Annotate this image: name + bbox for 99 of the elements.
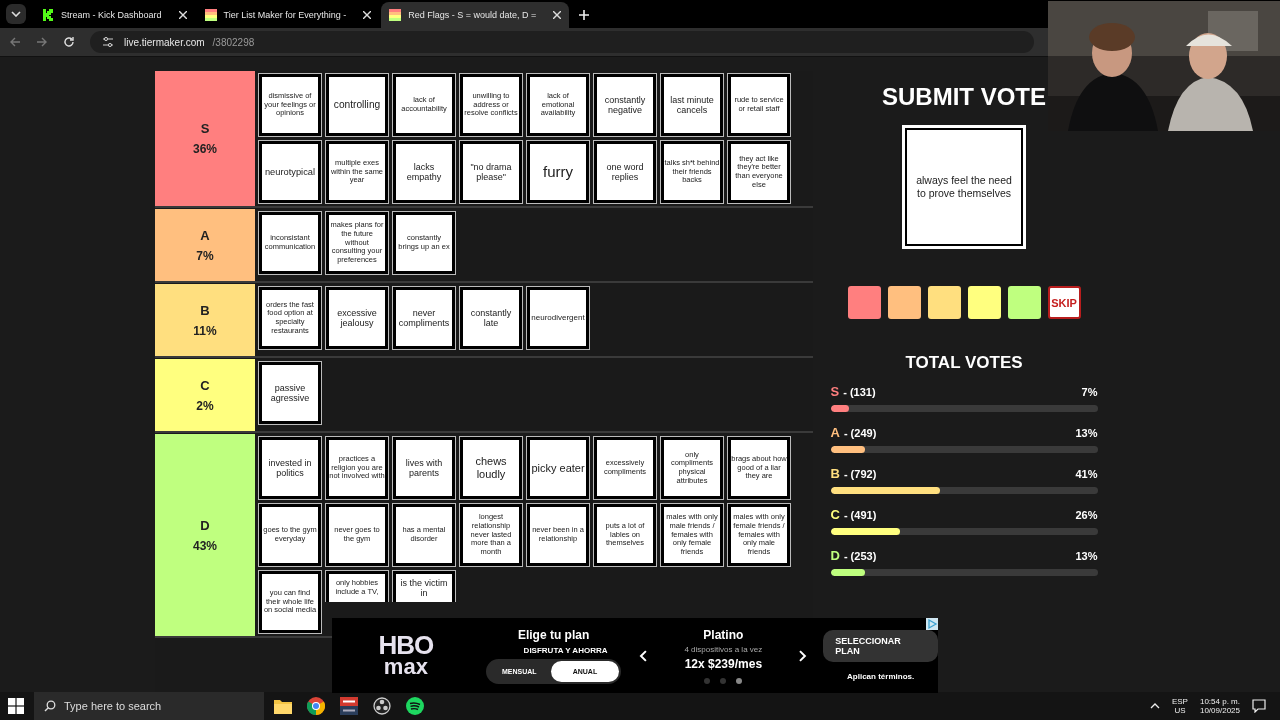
- tier-card[interactable]: invested in politics: [258, 436, 322, 500]
- tier-card[interactable]: picky eater: [526, 436, 590, 500]
- new-tab-icon[interactable]: [579, 10, 590, 20]
- tier-vote-button[interactable]: [927, 286, 961, 319]
- plan-note: 4 dispositivos a la vez: [684, 644, 763, 654]
- music-app-icon[interactable]: [406, 697, 424, 715]
- vote-count: - (249): [843, 427, 877, 439]
- tier-letter: A: [830, 425, 840, 440]
- vote-percent: 41%: [1075, 468, 1098, 480]
- carousel-dot[interactable]: [736, 677, 743, 684]
- vote-count: - (792): [843, 468, 877, 480]
- windows-start-icon[interactable]: [8, 698, 24, 714]
- kick-logo-icon: [42, 9, 54, 21]
- tier-letter: B: [200, 302, 210, 318]
- skip-button[interactable]: SKIP: [1047, 286, 1081, 319]
- caret-up-icon[interactable]: [1149, 703, 1160, 709]
- terms-note: Aplican términos.: [847, 672, 915, 681]
- vote-count: - (131): [843, 386, 876, 398]
- ad-logo-text: max: [383, 657, 428, 679]
- tier-card[interactable]: is the victim in: [392, 570, 456, 602]
- tier-card[interactable]: one word replies: [593, 140, 657, 204]
- previous-icon[interactable]: [639, 649, 648, 662]
- tier-letter: S: [200, 121, 210, 136]
- vote-count: - (491): [843, 509, 877, 521]
- ad-logo-text: HBO: [378, 632, 434, 658]
- close-icon[interactable]: [363, 11, 372, 19]
- tab-title: Stream - Kick Dashboard: [61, 10, 162, 20]
- tier-letter: B: [830, 466, 840, 481]
- next-icon[interactable]: [799, 649, 808, 662]
- panel-title: SUBMIT VOTE: [882, 83, 1046, 111]
- browser-tab[interactable]: Tier List Maker for Everything -: [196, 2, 380, 28]
- browser-tab[interactable]: Red Flags - S = would date, D =: [381, 2, 570, 28]
- tier-card[interactable]: excessive jealousy: [325, 286, 389, 350]
- ad-heading: Elige tu plan: [517, 627, 590, 642]
- tier-card[interactable]: "no drama please": [459, 140, 523, 204]
- vote-count: - (253): [843, 550, 877, 562]
- tier-card[interactable]: neurodivergent: [526, 286, 590, 350]
- tier-percent: 7%: [196, 248, 214, 263]
- select-plan-button[interactable]: SELECCIONAR PLAN: [823, 630, 938, 662]
- tab-list-button[interactable]: [6, 4, 26, 24]
- forward-icon[interactable]: [36, 36, 48, 48]
- taskbar-search-field[interactable]: Type here to search: [34, 692, 264, 720]
- tab-title: Tier List Maker for Everything -: [223, 10, 347, 20]
- vote-percent: 7%: [1081, 386, 1098, 398]
- tier-vote-button[interactable]: [887, 286, 921, 319]
- tier-card[interactable]: neurotypical: [258, 140, 322, 204]
- tier-card[interactable]: constantly negative: [593, 73, 657, 137]
- tier-percent: 2%: [196, 398, 214, 413]
- plan-price: 12x $239/mes: [684, 656, 763, 671]
- section-title: TOTAL VOTES: [905, 353, 1023, 373]
- tier-letter: D: [830, 548, 840, 563]
- tier-card[interactable]: lacks empathy: [392, 140, 456, 204]
- address-field[interactable]: live.tiermaker.com /3802298: [90, 31, 1034, 53]
- tab-title: Red Flags - S = would date, D =: [408, 10, 537, 20]
- browser-app-icon[interactable]: [307, 697, 325, 715]
- notification-icon[interactable]: [1252, 699, 1266, 713]
- tier-card[interactable]: constantly late: [459, 286, 523, 350]
- close-icon[interactable]: [553, 11, 562, 19]
- tier-card[interactable]: furry: [526, 140, 590, 204]
- tier-percent: 11%: [193, 323, 217, 338]
- vote-percent: 13%: [1075, 427, 1098, 439]
- region-label[interactable]: US: [1174, 706, 1186, 715]
- ad-subheading: DISFRUTA Y AHORRA: [523, 645, 608, 655]
- caret-down-icon: [11, 11, 21, 17]
- tier-letter: C: [200, 377, 210, 393]
- site-settings-icon[interactable]: [102, 36, 114, 48]
- tier-card[interactable]: lives with parents: [392, 436, 456, 500]
- tier-stripes-icon: [204, 9, 217, 21]
- tier-card[interactable]: never compliments: [392, 286, 456, 350]
- language-label[interactable]: ESP: [1171, 697, 1188, 706]
- tier-letter: S: [830, 384, 840, 399]
- tier-letter: A: [200, 227, 210, 243]
- reload-icon[interactable]: [63, 36, 75, 48]
- mixer-app-icon[interactable]: [340, 697, 358, 715]
- close-icon[interactable]: [178, 11, 187, 19]
- clock-time[interactable]: 10:54 p. m.: [1199, 697, 1240, 706]
- tier-vote-button[interactable]: [847, 286, 881, 319]
- tier-stripes-icon: [389, 9, 402, 21]
- tier-vote-button[interactable]: [967, 286, 1001, 319]
- browser-tab[interactable]: Stream - Kick Dashboard: [34, 2, 195, 28]
- tier-vote-button[interactable]: [1007, 286, 1041, 319]
- tier-card[interactable]: passive agressive: [258, 361, 322, 425]
- tier-card[interactable]: last minute cancels: [660, 73, 724, 137]
- clock-date[interactable]: 10/09/2025: [1199, 706, 1240, 715]
- tier-letter: C: [830, 507, 840, 522]
- tier-card[interactable]: controlling: [325, 73, 389, 137]
- folder-icon[interactable]: [274, 698, 292, 714]
- carousel-dot[interactable]: [704, 677, 711, 684]
- vote-percent: 13%: [1075, 550, 1098, 562]
- tier-percent: 36%: [193, 142, 217, 156]
- plan-name: Platino: [703, 627, 744, 642]
- back-icon[interactable]: [9, 36, 21, 48]
- vote-card: always feel the need to prove themselves: [902, 125, 1026, 249]
- recorder-app-icon[interactable]: [373, 697, 391, 715]
- vote-percent: 26%: [1075, 509, 1098, 521]
- carousel-dot[interactable]: [720, 677, 727, 684]
- tier-card[interactable]: chews loudly: [459, 436, 523, 500]
- tier-letter: D: [200, 517, 210, 533]
- tier-percent: 43%: [193, 538, 217, 553]
